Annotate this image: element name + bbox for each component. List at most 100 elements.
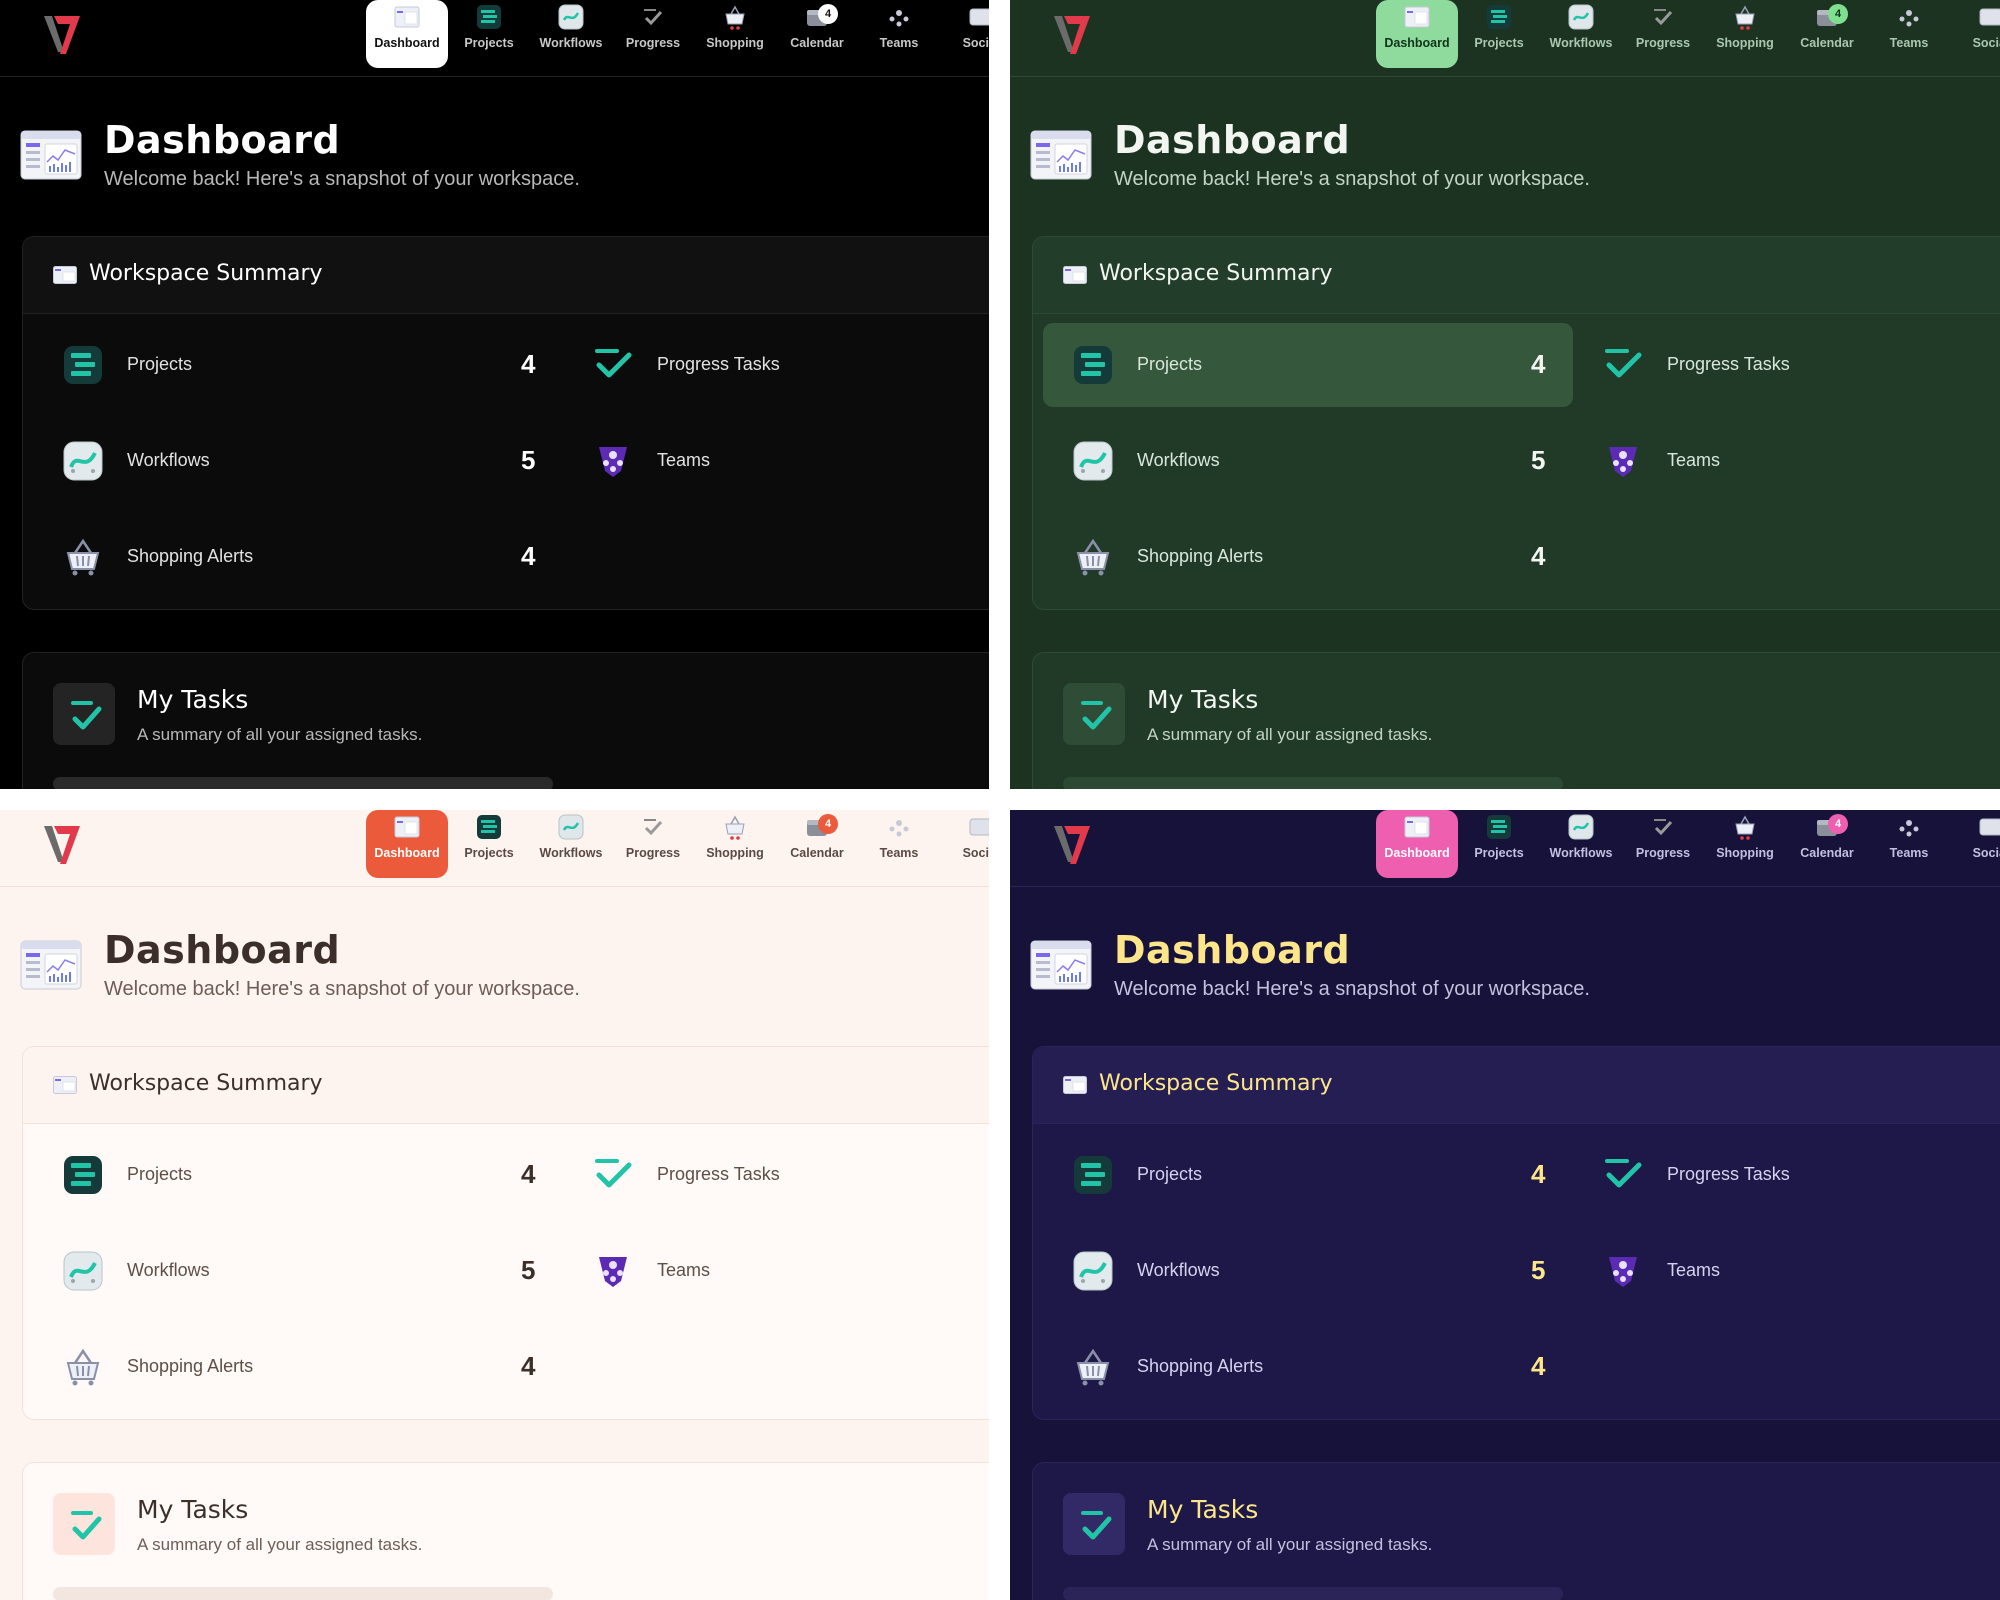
nav-tabs: Dashboard Projects Workflows Progress Shoppi… — [366, 0, 989, 68]
summary-item-teams[interactable]: Teams — [563, 419, 989, 503]
teams-icon — [886, 4, 912, 30]
summary-item-progress-tasks[interactable]: Progress Tasks — [563, 323, 989, 407]
tasks-filter-bar[interactable] — [1063, 777, 1563, 789]
tab-calendar[interactable]: Calendar 4 — [776, 0, 858, 68]
social-icon — [968, 814, 989, 840]
teams-icon — [1896, 814, 1922, 840]
summary-item-teams[interactable]: Teams — [1573, 1229, 2000, 1313]
tab-projects[interactable]: Projects — [1458, 810, 1540, 878]
tab-calendar[interactable]: Calendar 4 — [1786, 810, 1868, 878]
workflows-icon — [558, 4, 584, 30]
tab-progress[interactable]: Progress — [1622, 810, 1704, 878]
dashboard-icon — [1404, 4, 1430, 30]
summary-item-projects[interactable]: Projects 4 — [33, 1133, 563, 1217]
summary-item-workflows[interactable]: Workflows 5 — [33, 419, 563, 503]
check-icon — [71, 1511, 102, 1540]
tab-label: Progress — [1635, 36, 1691, 50]
tab-dashboard[interactable]: Dashboard — [366, 810, 448, 878]
tasks-filter-bar[interactable] — [53, 1587, 553, 1600]
tab-social[interactable]: Social — [1950, 810, 2000, 878]
projects-icon — [476, 4, 502, 30]
tab-label: Calendar — [790, 36, 844, 50]
app-logo-icon[interactable] — [1050, 10, 1100, 60]
projects-icon — [1486, 814, 1512, 840]
page-subtitle: Welcome back! Here's a snapshot of your … — [104, 978, 580, 1000]
app-logo-icon[interactable] — [40, 10, 90, 60]
summary-item-projects[interactable]: Projects 4 — [33, 323, 563, 407]
summary-item-shopping-alerts[interactable]: Shopping Alerts 4 — [1043, 515, 1573, 599]
tab-workflows[interactable]: Workflows — [530, 810, 612, 878]
tab-dashboard[interactable]: Dashboard — [1376, 810, 1458, 878]
tab-progress[interactable]: Progress — [612, 810, 694, 878]
summary-item-count: 5 — [1531, 1255, 1546, 1285]
app-logo-icon[interactable] — [1050, 820, 1100, 870]
tasks-filter-bar[interactable] — [1063, 1587, 1563, 1600]
summary-item-label: Teams — [657, 450, 711, 470]
tab-label: Teams — [1889, 846, 1929, 860]
top-nav: Dashboard Projects Workflows Progress Shoppi… — [1010, 810, 2000, 887]
theme-panel-black: Dashboard Projects Workflows Progress Shoppi… — [0, 0, 989, 789]
tab-social[interactable]: Social — [1950, 0, 2000, 68]
summary-icon — [1063, 1076, 1087, 1094]
tab-label: Progress — [625, 846, 681, 860]
tab-calendar[interactable]: Calendar 4 — [1786, 0, 1868, 68]
my-tasks-card: My Tasks A summary of all your assigned … — [22, 652, 989, 789]
tab-dashboard[interactable]: Dashboard — [1376, 0, 1458, 68]
tab-label: Teams — [879, 846, 919, 860]
tab-projects[interactable]: Projects — [448, 810, 530, 878]
summary-item-label: Shopping Alerts — [1137, 1356, 1264, 1376]
summary-item-workflows[interactable]: Workflows 5 — [33, 1229, 563, 1313]
app-logo-icon[interactable] — [40, 820, 90, 870]
top-nav: Dashboard Projects Workflows Progress Shoppi… — [0, 810, 989, 887]
page-title: Dashboard — [104, 118, 341, 162]
tab-workflows[interactable]: Workflows — [1540, 810, 1622, 878]
tab-teams[interactable]: Teams — [858, 810, 940, 878]
dashboard-icon — [1030, 130, 1092, 180]
tab-shopping[interactable]: Shopping — [694, 810, 776, 878]
workspace-summary-card: Workspace Summary Projects 4 Workflows 5 Sho… — [1032, 1046, 2000, 1420]
summary-item-label: Projects — [1137, 1164, 1203, 1184]
tab-projects[interactable]: Projects — [448, 0, 530, 68]
summary-item-shopping-alerts[interactable]: Shopping Alerts 4 — [1043, 1325, 1573, 1409]
tab-social[interactable]: Social — [940, 0, 989, 68]
tab-projects[interactable]: Projects — [1458, 0, 1540, 68]
summary-icon — [1063, 266, 1087, 284]
workflows-icon — [558, 814, 584, 840]
tab-progress[interactable]: Progress — [612, 0, 694, 68]
summary-item-projects[interactable]: Projects 4 — [1043, 1133, 1573, 1217]
summary-item-projects[interactable]: Projects 4 — [1043, 323, 1573, 407]
summary-item-label: Workflows — [1137, 450, 1220, 470]
tab-shopping[interactable]: Shopping — [1704, 0, 1786, 68]
summary-item-label: Progress Tasks — [657, 1164, 780, 1184]
summary-item-label: Workflows — [1137, 1260, 1220, 1280]
summary-item-teams[interactable]: Teams — [563, 1229, 989, 1313]
tab-teams[interactable]: Teams — [858, 0, 940, 68]
tab-shopping[interactable]: Shopping — [694, 0, 776, 68]
tab-label: Calendar — [790, 846, 844, 860]
tab-teams[interactable]: Teams — [1868, 0, 1950, 68]
summary-item-label: Progress Tasks — [1667, 354, 1790, 374]
tasks-subtitle: A summary of all your assigned tasks. — [1147, 725, 1433, 744]
tab-teams[interactable]: Teams — [1868, 810, 1950, 878]
tab-social[interactable]: Social — [940, 810, 989, 878]
summary-item-workflows[interactable]: Workflows 5 — [1043, 419, 1573, 503]
dashboard-icon — [1030, 940, 1092, 990]
teams-icon — [1603, 1251, 1643, 1291]
summary-item-progress-tasks[interactable]: Progress Tasks — [1573, 323, 2000, 407]
summary-item-teams[interactable]: Teams — [1573, 419, 2000, 503]
tab-calendar[interactable]: Calendar 4 — [776, 810, 858, 878]
summary-item-progress-tasks[interactable]: Progress Tasks — [1573, 1133, 2000, 1217]
tab-dashboard[interactable]: Dashboard — [366, 0, 448, 68]
tasks-icon-tile — [53, 683, 115, 745]
tab-workflows[interactable]: Workflows — [1540, 0, 1622, 68]
tab-progress[interactable]: Progress — [1622, 0, 1704, 68]
summary-item-progress-tasks[interactable]: Progress Tasks — [563, 1133, 989, 1217]
summary-item-workflows[interactable]: Workflows 5 — [1043, 1229, 1573, 1313]
summary-item-label: Progress Tasks — [1667, 1164, 1790, 1184]
summary-item-shopping-alerts[interactable]: Shopping Alerts 4 — [33, 1325, 563, 1409]
tasks-filter-bar[interactable] — [53, 777, 553, 789]
tab-workflows[interactable]: Workflows — [530, 0, 612, 68]
tasks-subtitle: A summary of all your assigned tasks. — [1147, 1535, 1433, 1554]
summary-item-shopping-alerts[interactable]: Shopping Alerts 4 — [33, 515, 563, 599]
tab-shopping[interactable]: Shopping — [1704, 810, 1786, 878]
